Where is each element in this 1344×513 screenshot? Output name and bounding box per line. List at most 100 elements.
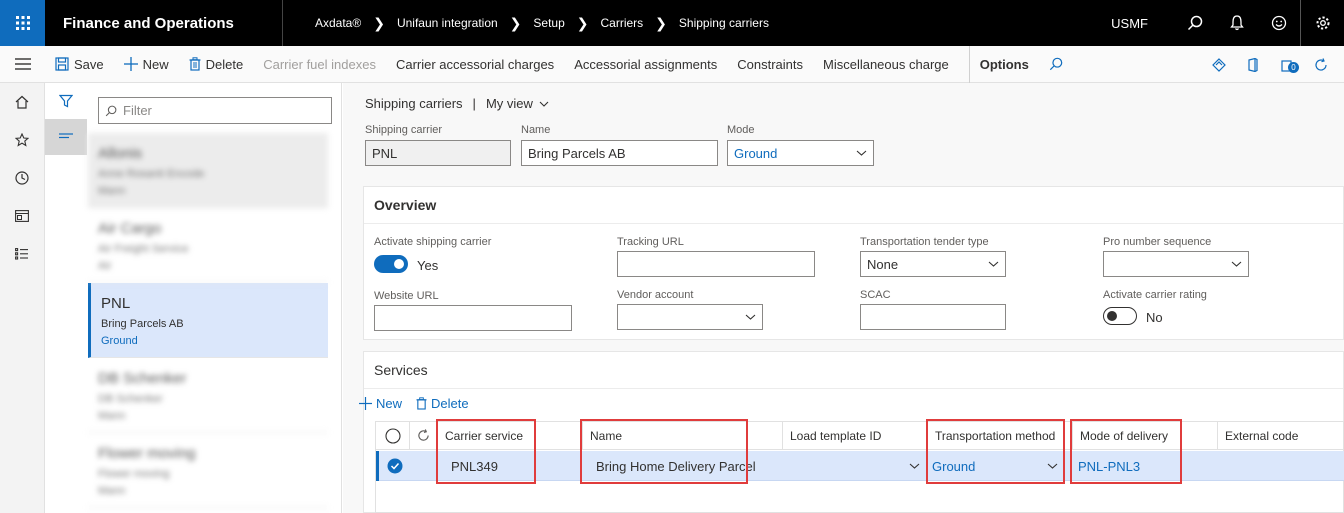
breadcrumb-carriers[interactable]: Carriers [601, 16, 644, 30]
services-toolbar: New Delete [359, 396, 483, 411]
filter-placeholder: Filter [123, 103, 152, 118]
website-url-input[interactable] [374, 305, 572, 331]
diamond-icon[interactable] [1202, 57, 1236, 72]
services-delete-button[interactable]: Delete [416, 396, 469, 411]
highlight-box [1070, 419, 1182, 484]
overview-header[interactable]: Overview [364, 187, 1343, 224]
name-field[interactable]: Bring Parcels AB [521, 140, 718, 166]
chevron-down-icon [988, 261, 999, 267]
action-search-icon[interactable] [1049, 57, 1068, 71]
options-tab[interactable]: Options [968, 45, 1029, 83]
activate-shipping-carrier-label: Activate shipping carrier [374, 236, 492, 248]
office-icon[interactable] [1236, 57, 1270, 72]
tracking-url-label: Tracking URL [617, 236, 684, 248]
scac-input[interactable] [860, 304, 1006, 330]
activate-shipping-carrier-toggle[interactable] [374, 255, 408, 273]
refresh-icon[interactable] [1304, 57, 1338, 72]
chevron-down-icon[interactable] [539, 101, 549, 107]
app-title[interactable]: Finance and Operations [45, 0, 283, 46]
services-new-button[interactable]: New [359, 396, 402, 411]
breadcrumb-setup[interactable]: Setup [533, 16, 564, 30]
carrier-fuel-indexes-button[interactable]: Carrier fuel indexes [263, 57, 376, 72]
chevron-right-icon: ❯ [509, 14, 522, 31]
top-right-tools: USMF [1111, 0, 1344, 46]
bell-icon[interactable] [1216, 0, 1258, 46]
notifications-icon[interactable]: 0 [1270, 58, 1304, 73]
carrier-accessorial-charges-button[interactable]: Carrier accessorial charges [396, 57, 554, 72]
detail-pane: Shipping carriers | My view Shipping car… [343, 83, 1344, 513]
cell-load-template-id[interactable] [783, 451, 928, 481]
row-selected-checkbox[interactable] [376, 451, 410, 481]
column-header-load-template-id[interactable]: Load template ID [783, 422, 928, 450]
mode-value: Ground [734, 145, 778, 161]
breadcrumb-shipping-carriers[interactable]: Shipping carriers [679, 16, 769, 30]
new-button[interactable]: New [123, 56, 169, 72]
home-icon[interactable] [0, 83, 44, 121]
shipping-carrier-field[interactable]: PNL [365, 140, 511, 166]
list-item-selected[interactable]: PNL Bring Parcels AB Ground [88, 283, 328, 358]
scac-label: SCAC [860, 289, 891, 301]
list-item[interactable]: Allonis Anne Rosanti Encode Mann [88, 133, 328, 208]
app-launcher-icon[interactable] [0, 0, 45, 46]
cell-external-code[interactable] [1218, 451, 1344, 481]
constraints-button[interactable]: Constraints [737, 57, 803, 72]
star-icon[interactable] [0, 121, 44, 159]
services-header[interactable]: Services [364, 352, 1343, 389]
chevron-right-icon: ❯ [576, 14, 589, 31]
save-label: Save [74, 56, 104, 72]
funnel-filter-icon[interactable] [45, 83, 87, 119]
list-pane-tools [45, 83, 87, 513]
transportation-tender-type-select[interactable]: None [860, 251, 1006, 277]
breadcrumb-axdata[interactable]: Axdata® [315, 16, 361, 30]
carrier-list: Allonis Anne Rosanti Encode Mann Air Car… [88, 133, 328, 508]
delete-label: Delete [205, 56, 244, 72]
transportation-tender-type-label: Transportation tender type [860, 236, 989, 248]
column-header-external-code[interactable]: External code [1218, 422, 1344, 450]
filter-search-icon [105, 105, 117, 116]
highlight-box [926, 419, 1065, 484]
breadcrumb: Axdata® ❯ Unifaun integration ❯ Setup ❯ … [315, 15, 769, 32]
list-item[interactable]: Air Cargo Air Freight Service Air [88, 208, 328, 283]
chevron-down-icon [1231, 261, 1242, 267]
save-button[interactable]: Save [55, 57, 104, 72]
chevron-down-icon [909, 463, 920, 469]
mode-label: Mode [727, 124, 755, 136]
mode-select[interactable]: Ground [727, 140, 874, 166]
filter-input[interactable]: Filter [98, 97, 332, 124]
list-item[interactable]: Flower moving Flower moving Mann [88, 433, 328, 508]
list-item[interactable]: DB Schenker DB Schenker Mann [88, 358, 328, 433]
highlight-box [436, 419, 536, 484]
miscellaneous-charge-button[interactable]: Miscellaneous charge [823, 57, 949, 72]
search-icon[interactable] [1174, 0, 1216, 46]
activate-carrier-rating-toggle[interactable] [1103, 307, 1137, 325]
notification-badge: 0 [1288, 61, 1299, 73]
services-new-label: New [376, 396, 403, 411]
accessorial-assignments-button[interactable]: Accessorial assignments [574, 57, 717, 72]
save-icon [55, 57, 69, 71]
chevron-right-icon: ❯ [655, 14, 667, 31]
modules-list-icon[interactable] [0, 235, 44, 273]
hamburger-menu-icon[interactable] [0, 46, 45, 83]
activate-carrier-rating-value: No [1146, 310, 1163, 325]
vendor-account-select[interactable] [617, 304, 763, 330]
page-title[interactable]: Shipping carriers [365, 96, 463, 111]
select-all-checkbox[interactable] [376, 422, 410, 450]
delete-button[interactable]: Delete [189, 56, 244, 72]
name-label: Name [521, 124, 551, 136]
refresh-grid-icon[interactable] [410, 422, 438, 450]
pro-number-sequence-select[interactable] [1103, 251, 1249, 277]
my-view-dropdown[interactable]: My view [486, 96, 533, 111]
workspaces-icon[interactable] [0, 197, 44, 235]
tracking-url-input[interactable] [617, 251, 815, 277]
activate-shipping-carrier-value: Yes [417, 258, 439, 273]
plus-icon [359, 397, 372, 410]
smiley-icon[interactable] [1258, 0, 1300, 46]
highlight-box [580, 419, 748, 484]
clock-icon[interactable] [0, 159, 44, 197]
trash-icon [416, 397, 427, 410]
gear-icon[interactable] [1300, 0, 1344, 46]
breadcrumb-unifaun[interactable]: Unifaun integration [397, 16, 498, 30]
list-view-icon[interactable] [45, 119, 87, 155]
company-picker[interactable]: USMF [1111, 16, 1148, 31]
new-label: New [142, 56, 169, 72]
